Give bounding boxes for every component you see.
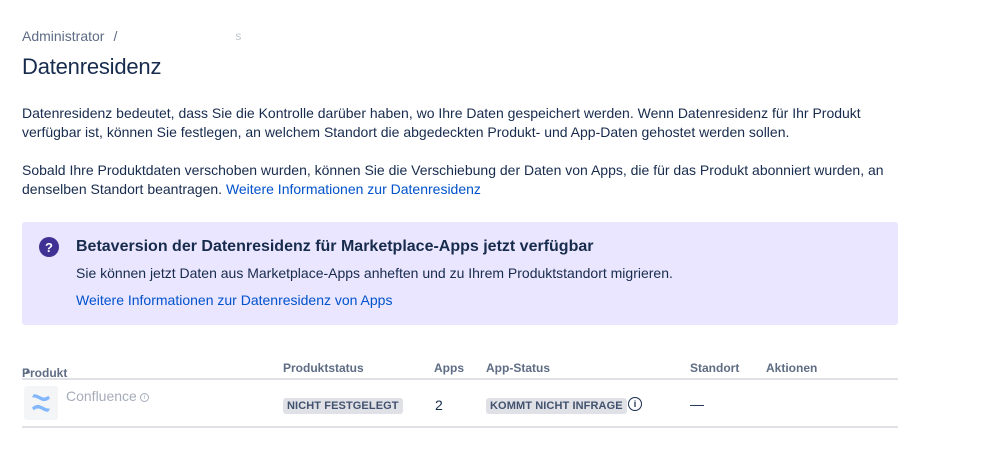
apps-count: 2 <box>435 397 443 413</box>
header-product-status: Produktstatus <box>283 361 364 375</box>
data-residency-info-link[interactable]: Weitere Informationen zur Datenresidenz <box>226 181 481 197</box>
product-info-icon[interactable]: i <box>139 393 149 402</box>
app-status-lozenge: KOMMT NICHT INFRAGE <box>486 398 627 414</box>
location-value: — <box>690 396 704 412</box>
app-status-info-icon[interactable]: i <box>628 397 642 411</box>
sort-ascending-icon: ▲ <box>24 366 32 375</box>
confluence-logo-icon <box>24 386 58 420</box>
header-app-status: App-Status <box>486 361 550 375</box>
banner-title: Betaversion der Datenresidenz für Market… <box>76 238 594 255</box>
marketplace-apps-beta-banner: ? Betaversion der Datenresidenz für Mark… <box>22 222 898 325</box>
product-table: Produkt ▲ Produktstatus Apps App-Status S… <box>22 356 898 428</box>
intro-paragraph-1: Datenresidenz bedeutet, dass Sie die Kon… <box>22 105 861 140</box>
breadcrumb-administrator-link[interactable]: Administrator <box>22 28 104 44</box>
breadcrumb-redacted-item[interactable]: s <box>131 29 241 43</box>
breadcrumb-separator: / <box>113 28 118 44</box>
table-row: Confluence i NICHT FESTGELEGT 2 KOMMT NIC… <box>22 380 898 428</box>
header-apps: Apps <box>434 361 464 375</box>
table-header: Produkt ▲ Produktstatus Apps App-Status S… <box>22 356 898 380</box>
banner-text: Sie können jetzt Daten aus Marketplace-A… <box>76 265 673 281</box>
page-title: Datenresidenz <box>22 54 162 79</box>
app-data-residency-info-link[interactable]: Weitere Informationen zur Datenresidenz … <box>76 292 392 308</box>
question-circle-icon: ? <box>39 237 59 257</box>
header-actions: Aktionen <box>766 361 818 375</box>
intro-paragraph-2: Sobald Ihre Produktdaten verschoben wurd… <box>22 161 902 199</box>
product-name: Confluence i <box>66 388 149 404</box>
header-location: Standort <box>690 361 740 375</box>
product-status-lozenge: NICHT FESTGELEGT <box>283 398 403 414</box>
product-name-label: Confluence <box>66 388 137 404</box>
breadcrumb: Administrator / s <box>22 28 241 44</box>
